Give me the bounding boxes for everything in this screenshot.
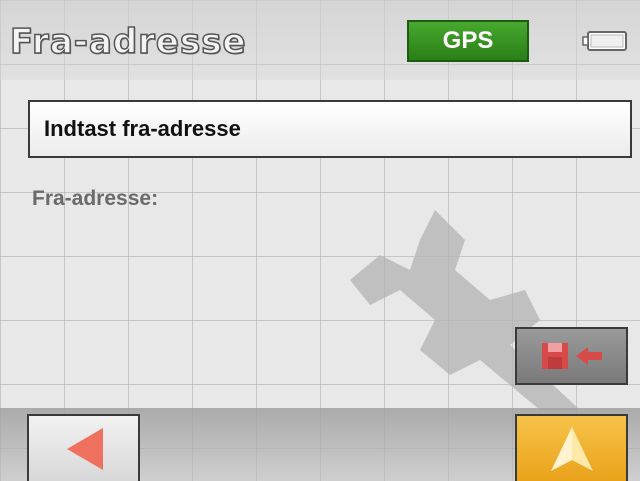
enter-from-address-button[interactable]: Indtast fra-adresse	[28, 100, 632, 158]
from-address-label: Fra-adresse:	[32, 187, 159, 210]
left-arrow-icon	[66, 427, 103, 470]
save-address-button[interactable]	[515, 327, 628, 385]
navigation-arrow-icon	[550, 426, 593, 471]
back-button[interactable]	[27, 414, 140, 481]
title-bar: Fra-adresse GPS	[0, 0, 640, 80]
battery-icon	[582, 31, 627, 51]
page-title: Fra-adresse	[9, 21, 247, 63]
save-arrow-icon	[541, 343, 602, 369]
gps-status-badge: GPS	[407, 20, 529, 62]
navigate-button[interactable]	[515, 414, 628, 481]
